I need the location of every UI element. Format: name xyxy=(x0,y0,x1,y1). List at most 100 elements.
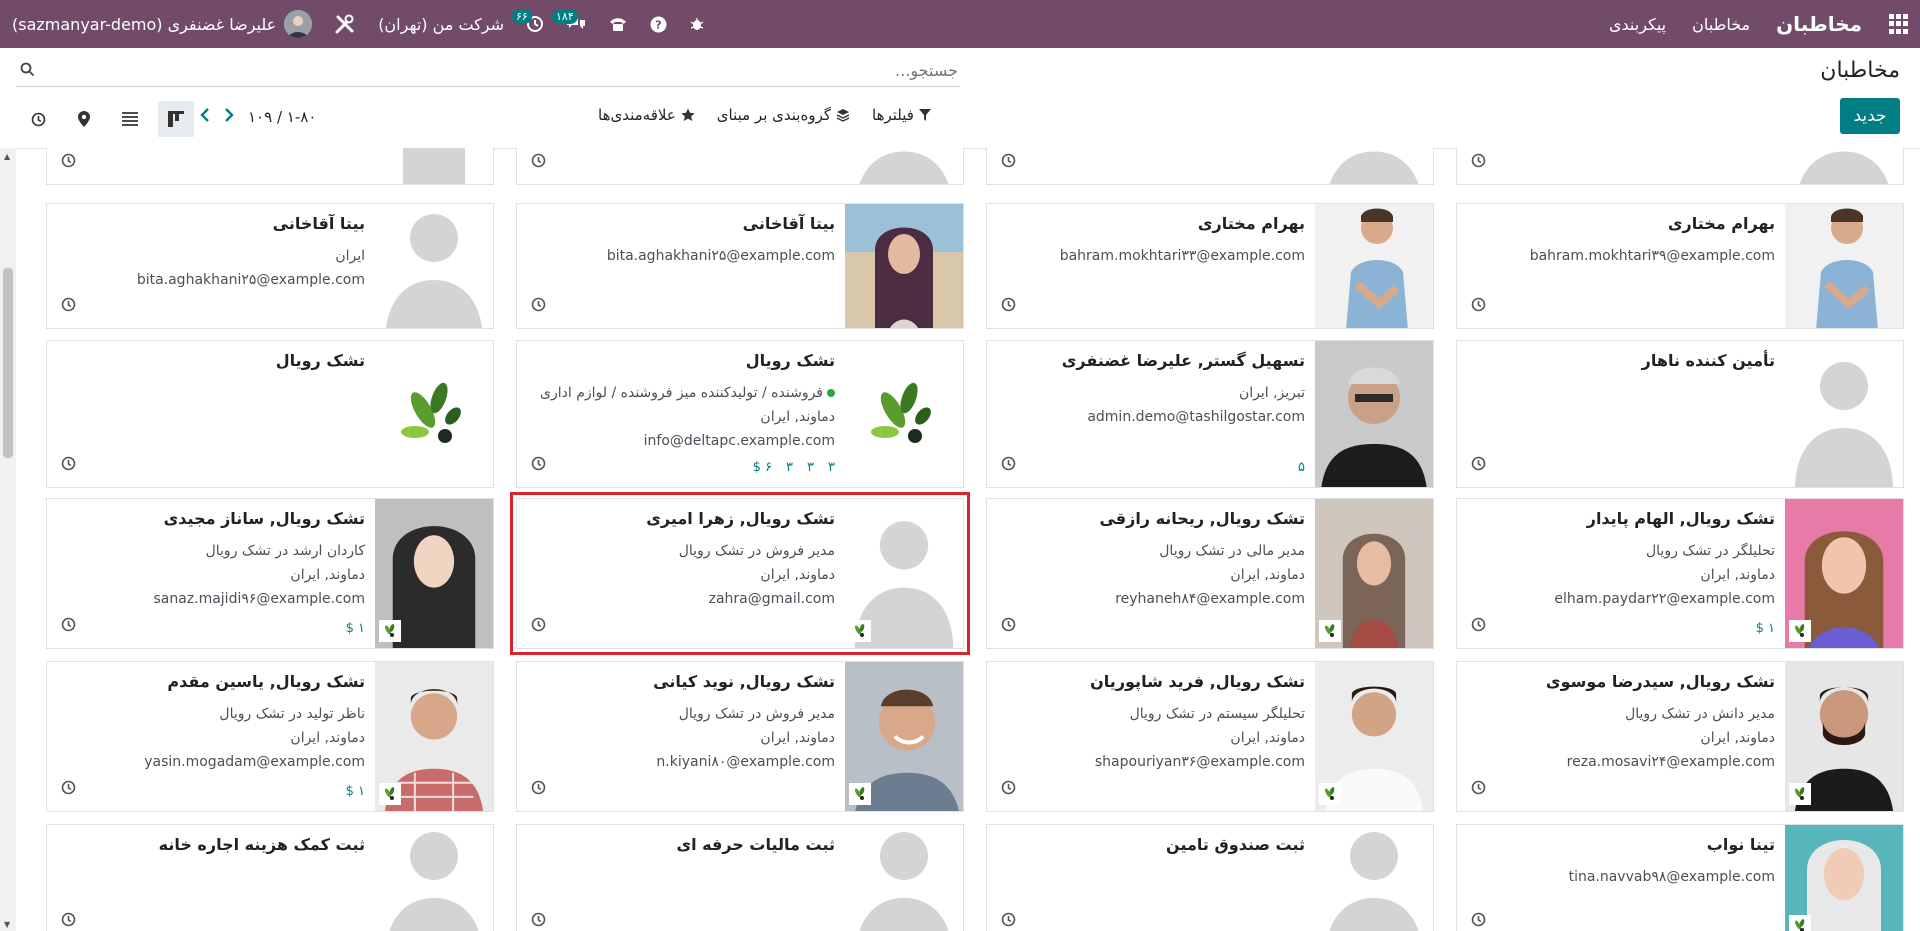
contact-name: بهرام مختاری xyxy=(1667,214,1775,233)
filters-toggle[interactable]: فیلترها xyxy=(872,106,931,124)
top-navbar: مخاطبان مخاطبان پیکربندی ? ۱۸۴ ۶۶ شرکت م… xyxy=(0,0,1920,48)
contact-card[interactable] xyxy=(1456,148,1904,185)
contact-card[interactable]: ثبت کمک هزینه اجاره خانه xyxy=(46,824,494,931)
scrollbar[interactable]: ▲ ▼ xyxy=(0,148,16,931)
contact-card[interactable]: تشک رویال, الهام پایدار تحلیلگر در تشک رو… xyxy=(1456,498,1904,649)
activity-clock-icon[interactable] xyxy=(531,780,546,799)
list-view-button[interactable] xyxy=(112,101,148,137)
apps-menu-icon[interactable] xyxy=(1888,14,1908,34)
stat-badge[interactable]: ۳ xyxy=(786,460,793,475)
contact-line-2: دماوند, ایران xyxy=(760,730,835,746)
contact-card[interactable]: تشک رویال, یاسین مقدم ناظر تولید در تشک ر… xyxy=(46,661,494,812)
contact-card[interactable]: تشک رویال, زهرا امیری مدیر فروش در تشک رو… xyxy=(510,492,970,655)
contact-line-2: دماوند, ایران xyxy=(1700,567,1775,583)
contact-card[interactable]: تشک رویال, ساناز مجیدی کاردان ارشد در تشک… xyxy=(46,498,494,649)
activity-clock-icon[interactable] xyxy=(61,780,76,799)
contact-card[interactable]: بیتا آقاخانی bita.aghakhani۲۵@example.com xyxy=(516,203,964,329)
contact-card[interactable]: ثبت مالیات حرفه ای xyxy=(516,824,964,931)
map-view-button[interactable] xyxy=(66,101,102,137)
phone-icon[interactable] xyxy=(608,16,628,32)
activity-view-button[interactable] xyxy=(20,101,56,137)
activity-clock-icon[interactable] xyxy=(61,297,76,316)
activity-clock-icon[interactable] xyxy=(531,617,546,636)
search-options: فیلترها گروه‌بندی بر مبنای علاقه‌مندی‌ها xyxy=(598,106,931,124)
stat-badge[interactable]: ۳ xyxy=(828,460,835,475)
pager: ۱-۸۰ / ۱۰۹ xyxy=(200,108,316,126)
activity-clock-icon[interactable] xyxy=(1001,780,1016,799)
pager-next[interactable] xyxy=(224,108,234,126)
activity-clock-icon[interactable] xyxy=(531,912,546,931)
app-brand[interactable]: مخاطبان xyxy=(1776,12,1862,36)
contact-card[interactable]: تشک رویال, نوید کیانی مدیر فروش در تشک رو… xyxy=(516,661,964,812)
menu-contacts[interactable]: مخاطبان xyxy=(1692,15,1750,34)
contact-line-1: مدیر مالی در تشک رویال xyxy=(1159,543,1305,559)
contact-card[interactable]: تشک رویال, سیدرضا موسوی مدیر دانش در تشک … xyxy=(1456,661,1904,812)
user-menu[interactable]: علیرضا غضنفری (sazmanyar-demo) xyxy=(12,10,313,38)
activity-clock-icon[interactable] xyxy=(1471,153,1486,172)
contact-card[interactable]: تأمین کننده ناهار xyxy=(1456,340,1904,488)
activity-clock-icon[interactable] xyxy=(61,153,76,172)
scroll-up-icon[interactable]: ▲ xyxy=(4,152,10,161)
pager-value[interactable]: ۱-۸۰ / ۱۰۹ xyxy=(248,108,316,126)
activity-clock-icon[interactable] xyxy=(1001,456,1016,475)
contact-card[interactable]: تینا نواب tina.navvab۹۸@example.com xyxy=(1456,824,1904,931)
contact-card[interactable] xyxy=(516,148,964,185)
stat-badge[interactable]: ۳ xyxy=(807,460,814,475)
contact-card[interactable] xyxy=(46,148,494,185)
chat-icon[interactable]: ۱۸۴ xyxy=(552,9,586,33)
contact-card[interactable]: تشک رویال فروشنده / تولیدکننده میز فروشند… xyxy=(516,340,964,488)
activity-clock-icon[interactable] xyxy=(1471,297,1486,316)
stat-badge[interactable]: ۵ xyxy=(1298,460,1305,475)
activity-clock-icon[interactable] xyxy=(1471,912,1486,931)
contact-card[interactable] xyxy=(986,148,1434,185)
activity-clock-icon[interactable] xyxy=(1001,617,1016,636)
contact-name: تشک رویال, ریحانه رازقی xyxy=(1099,509,1305,528)
activity-clock-icon[interactable] xyxy=(1001,912,1016,931)
activity-clock-icon[interactable] xyxy=(61,456,76,475)
scroll-down-icon[interactable]: ▼ xyxy=(4,920,10,929)
search-input[interactable] xyxy=(56,59,960,81)
tools-icon[interactable] xyxy=(334,13,356,35)
contact-card[interactable]: بیتا آقاخانی ایران bita.aghakhani۲۵@exampl… xyxy=(46,203,494,329)
contact-card[interactable]: تشک رویال, فرید شاپوریان تحلیلگر سیستم در… xyxy=(986,661,1434,812)
company-mini-logo xyxy=(849,783,871,805)
activity-clock-icon[interactable] xyxy=(1001,153,1016,172)
debug-icon[interactable] xyxy=(689,16,705,32)
contact-name: بیتا آقاخانی xyxy=(742,214,835,233)
help-icon[interactable]: ? xyxy=(650,16,667,33)
groupby-toggle[interactable]: گروه‌بندی بر مبنای xyxy=(717,106,850,124)
contact-line-2: دماوند, ایران xyxy=(760,409,835,425)
activity-clock-icon[interactable] xyxy=(531,297,546,316)
stat-badge[interactable]: ۱ $ xyxy=(346,621,365,636)
contact-card[interactable]: بهرام مختاری bahram.mokhtari۳۹@example.co… xyxy=(1456,203,1904,329)
activity-clock-icon[interactable] xyxy=(1001,297,1016,316)
activity-clock-icon[interactable] xyxy=(531,153,546,172)
contact-card[interactable]: تشک رویال, ریحانه رازقی مدیر مالی در تشک … xyxy=(986,498,1434,649)
activity-clock-icon[interactable] xyxy=(1471,456,1486,475)
contact-card[interactable]: تشک رویال xyxy=(46,340,494,488)
new-button[interactable]: جدید xyxy=(1840,98,1900,134)
activity-clock-icon[interactable] xyxy=(61,912,76,931)
contact-card[interactable]: ثبت صندوق تامین xyxy=(986,824,1434,931)
menu-configuration[interactable]: پیکربندی xyxy=(1609,15,1666,34)
contact-card[interactable]: بهرام مختاری bahram.mokhtari۳۳@example.co… xyxy=(986,203,1434,329)
activity-icon[interactable]: ۶۶ xyxy=(512,9,544,33)
search-icon[interactable] xyxy=(20,62,35,81)
stat-badge[interactable]: ۱ $ xyxy=(346,784,365,799)
stat-badge[interactable]: ۱ $ xyxy=(1756,621,1775,636)
contact-line-1: bahram.mokhtari۳۳@example.com xyxy=(1059,248,1305,264)
activity-clock-icon[interactable] xyxy=(531,456,546,475)
stat-badge[interactable]: ۶ $ xyxy=(753,460,772,475)
company-switcher[interactable]: شرکت من (تهران) xyxy=(378,15,504,34)
pager-prev[interactable] xyxy=(200,108,210,126)
activity-clock-icon[interactable] xyxy=(1471,780,1486,799)
contact-line-3: reyhaneh۸۴@example.com xyxy=(1115,591,1305,607)
activity-clock-icon[interactable] xyxy=(1471,617,1486,636)
contact-card[interactable]: تسهیل گستر, علیرضا غضنفری تبریز, ایران adm… xyxy=(986,340,1434,488)
kanban-grid: بهرام مختاری bahram.mokhtari۳۹@example.co… xyxy=(41,148,1904,931)
kanban-view-button[interactable] xyxy=(158,101,194,137)
scroll-thumb[interactable] xyxy=(3,268,13,458)
contact-line-1: bahram.mokhtari۳۹@example.com xyxy=(1529,248,1775,264)
favorites-toggle[interactable]: علاقه‌مندی‌ها xyxy=(598,106,695,124)
activity-clock-icon[interactable] xyxy=(61,617,76,636)
